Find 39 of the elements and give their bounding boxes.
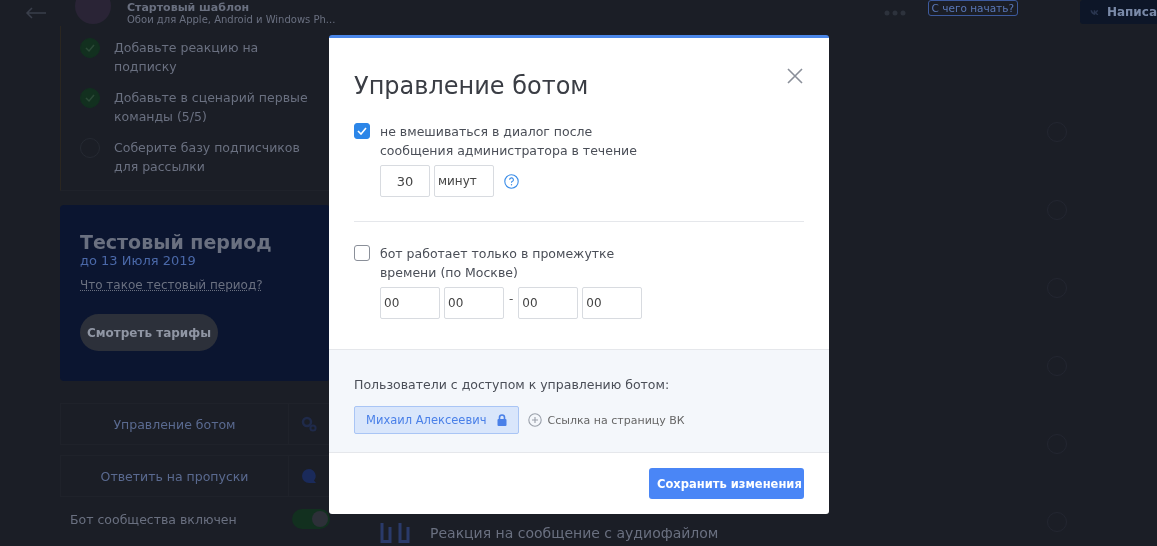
chat-icon [301, 468, 317, 484]
reaction-title: Реакция на сообщение с аудиофайлом [430, 525, 719, 541]
close-icon[interactable] [787, 68, 803, 84]
unit-select[interactable]: минут [434, 165, 494, 197]
vk-write-button[interactable]: Написа [1080, 0, 1157, 24]
bot-enabled-label: Бот сообщества включен [70, 511, 237, 527]
menu-item[interactable]: Ответить на пропуски [60, 455, 330, 497]
access-label: Пользователи с доступом к управлению ботом: [354, 377, 670, 392]
checkmark-icon [357, 127, 367, 135]
user-chip[interactable]: Михаил Алексеевич [354, 406, 519, 434]
audio-file-icon [380, 523, 410, 543]
checkbox[interactable] [354, 123, 370, 139]
bot-title: Стартовый шаблон [127, 1, 251, 14]
option-label: не вмешиваться в диалог после сообщения администратора в течение [380, 123, 638, 160]
bot-subtitle: Обои для Apple, Android и Windows Ph... [127, 13, 337, 25]
minutes-input[interactable]: 30 [380, 165, 430, 197]
plus-circle-icon [527, 413, 542, 427]
checkbox[interactable] [354, 245, 370, 261]
trial-title: Тестовый период [80, 231, 273, 253]
hours-input[interactable]: 00 [380, 287, 440, 319]
save-button[interactable]: Сохранить изменения [649, 468, 804, 499]
back-arrow-icon[interactable] [25, 7, 47, 19]
trial-date: до 13 Июля 2019 [80, 253, 197, 268]
minutes-input[interactable]: 00 [582, 287, 643, 319]
help-button[interactable]: С чего начать? [927, 0, 1018, 16]
bot-enabled-toggle[interactable] [292, 509, 330, 529]
add-vk-link[interactable]: Ссылка на страницу ВК [527, 413, 685, 427]
view-plans-button[interactable]: Смотреть тарифы [80, 314, 218, 351]
checklist-item: Добавьте в сценарий первые команды (5/5) [114, 89, 309, 126]
help-icon[interactable] [504, 173, 519, 189]
minutes-input[interactable]: 00 [444, 287, 504, 319]
hours-input[interactable]: 00 [518, 287, 579, 319]
gears-icon [301, 416, 317, 432]
option-label: бот работает только в промежутке времени (по Москве) [380, 245, 616, 282]
dialog-title: Управление ботом [354, 72, 589, 100]
checklist-item: Соберите базу подписчиков для рассылки [114, 139, 301, 176]
range-dash: - [509, 292, 514, 306]
checklist-item: Добавьте реакцию на подписку [114, 39, 260, 76]
trial-info-link[interactable]: Что такое тестовый период? [80, 278, 310, 292]
